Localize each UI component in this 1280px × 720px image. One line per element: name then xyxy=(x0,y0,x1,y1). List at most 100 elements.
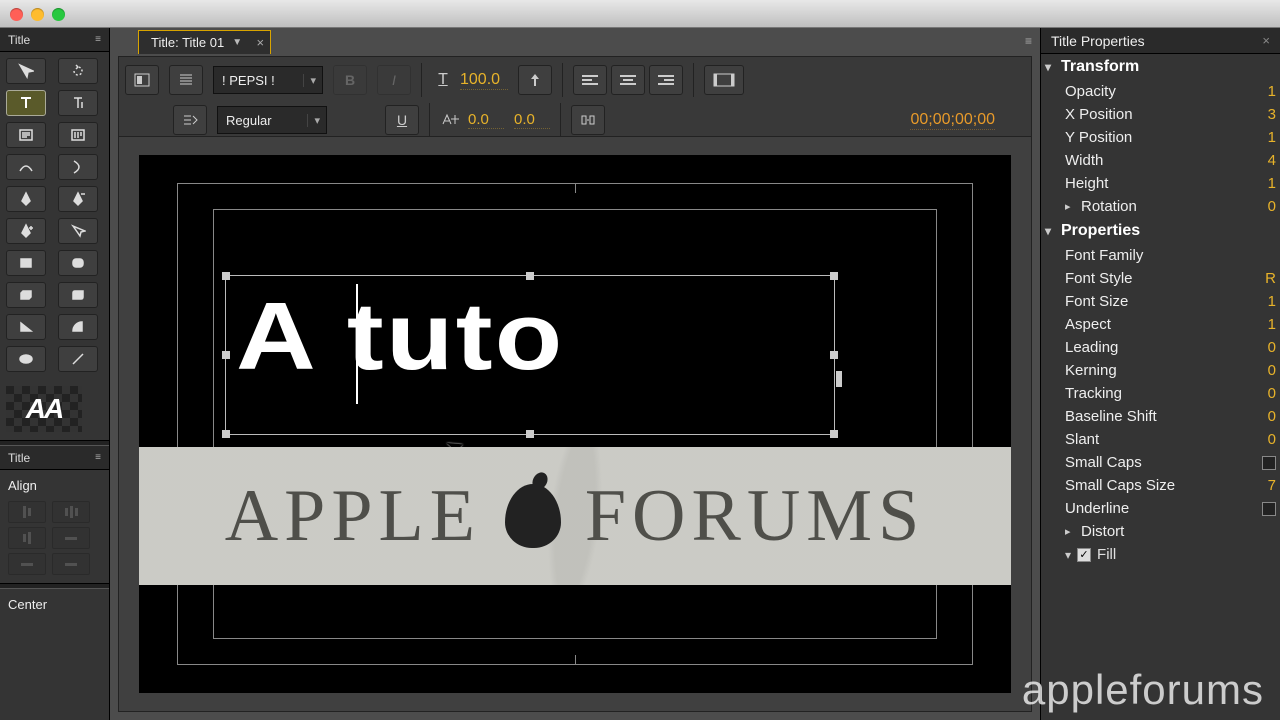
convert-anchor-tool[interactable] xyxy=(58,218,98,244)
font-family-select[interactable]: ! PEPSI ! xyxy=(213,66,323,94)
zoom-icon[interactable] xyxy=(52,8,65,21)
font-size-row[interactable]: Font Size1 xyxy=(1041,290,1280,313)
align-right-button[interactable] xyxy=(8,527,46,549)
title-canvas[interactable]: A tuto ➤ APPLE FORUMS xyxy=(139,155,1011,693)
banner-text-left: APPLE xyxy=(225,474,481,559)
mac-titlebar xyxy=(0,0,1280,28)
tools-panel-tab[interactable]: Title ≡ xyxy=(0,28,109,52)
align-right-button[interactable] xyxy=(649,65,683,95)
path-type-tool[interactable] xyxy=(6,154,46,180)
width-row[interactable]: Width4 xyxy=(1041,149,1280,172)
leading-row[interactable]: Leading0 xyxy=(1041,336,1280,359)
text-cursor-icon xyxy=(356,284,358,404)
rectangle-tool[interactable] xyxy=(6,250,46,276)
styles-panel-tab[interactable]: Title ≡ xyxy=(0,446,109,470)
align-center-button[interactable] xyxy=(611,65,645,95)
resize-handle[interactable] xyxy=(526,272,534,280)
title-editing-text[interactable]: A tuto xyxy=(236,282,565,392)
resize-handle[interactable] xyxy=(830,430,838,438)
close-icon[interactable] xyxy=(10,8,23,21)
close-tab-icon[interactable]: × xyxy=(257,35,265,50)
aspect-button[interactable] xyxy=(518,65,552,95)
small-caps-size-row[interactable]: Small Caps Size7 xyxy=(1041,474,1280,497)
panel-menu-icon[interactable]: ≡ xyxy=(95,34,101,45)
templates-button[interactable] xyxy=(125,65,159,95)
align-top-button[interactable] xyxy=(52,527,90,549)
underline-button[interactable]: U xyxy=(385,105,419,135)
roll-crawl-button[interactable] xyxy=(169,65,203,95)
baseline-shift-row[interactable]: Baseline Shift0 xyxy=(1041,405,1280,428)
ellipse-tool[interactable] xyxy=(6,346,46,372)
font-family-row[interactable]: Font Family xyxy=(1041,244,1280,267)
pen-tool[interactable] xyxy=(6,186,46,212)
font-size-field[interactable]: 100.0 xyxy=(460,71,508,90)
italic-button[interactable]: I xyxy=(377,65,411,95)
resize-handle[interactable] xyxy=(830,272,838,280)
underline-row[interactable]: Underline xyxy=(1041,497,1280,520)
transform-section-header[interactable]: Transform xyxy=(1041,54,1280,80)
align-bottom-button[interactable] xyxy=(52,553,90,575)
resize-handle[interactable] xyxy=(222,430,230,438)
kerning-row[interactable]: Kerning0 xyxy=(1041,359,1280,382)
text-bounding-box[interactable]: A tuto ➤ xyxy=(225,275,835,435)
document-tab[interactable]: Title: Title 01 ▼ × xyxy=(138,30,271,54)
line-tool[interactable] xyxy=(58,346,98,372)
vertical-path-type-tool[interactable] xyxy=(58,154,98,180)
distribute-button[interactable] xyxy=(571,105,605,135)
aspect-row[interactable]: Aspect1 xyxy=(1041,313,1280,336)
chevron-down-icon[interactable]: ▼ xyxy=(232,37,242,48)
kerning-field[interactable]: 0.0 xyxy=(468,111,504,129)
panel-menu-icon[interactable]: ≡ xyxy=(1025,34,1032,48)
kerning-icon xyxy=(440,109,462,131)
rounded-rect-tool[interactable] xyxy=(58,250,98,276)
center-section-label: Center xyxy=(8,593,101,616)
title-toolbar: ! PEPSI ! B I T̲ 100.0 xyxy=(118,56,1032,144)
leading-field[interactable]: 0.0 xyxy=(514,111,550,129)
font-style-select[interactable]: Regular xyxy=(217,106,327,134)
rounded-corner-tool[interactable] xyxy=(58,282,98,308)
distort-row[interactable]: Distort xyxy=(1041,520,1280,543)
small-caps-row[interactable]: Small Caps xyxy=(1041,451,1280,474)
minimize-icon[interactable] xyxy=(31,8,44,21)
clipped-rect-tool[interactable] xyxy=(6,282,46,308)
wedge-tool[interactable] xyxy=(6,314,46,340)
resize-handle[interactable] xyxy=(830,351,838,359)
rotate-tool[interactable] xyxy=(58,58,98,84)
area-type-tool[interactable] xyxy=(6,122,46,148)
resize-handle[interactable] xyxy=(222,272,230,280)
close-panel-icon[interactable]: × xyxy=(1262,33,1270,48)
bold-button[interactable]: B xyxy=(333,65,367,95)
font-style-row[interactable]: Font StyleR xyxy=(1041,267,1280,290)
arc-tool[interactable] xyxy=(58,314,98,340)
align-hcenter-button[interactable] xyxy=(52,501,90,523)
vertical-type-tool[interactable] xyxy=(58,90,98,116)
selection-tool[interactable] xyxy=(6,58,46,84)
rotation-row[interactable]: Rotation0 xyxy=(1041,195,1280,218)
slant-row[interactable]: Slant0 xyxy=(1041,428,1280,451)
align-left-button[interactable] xyxy=(573,65,607,95)
properties-section-header[interactable]: Properties xyxy=(1041,218,1280,244)
font-style-value: Regular xyxy=(226,113,272,128)
resize-handle[interactable] xyxy=(836,371,842,387)
title-style-swatch[interactable]: AA xyxy=(6,386,82,432)
x-position-row[interactable]: X Position3 xyxy=(1041,103,1280,126)
styles-panel-label: Title xyxy=(8,451,30,465)
tracking-row[interactable]: Tracking0 xyxy=(1041,382,1280,405)
type-tool[interactable] xyxy=(6,90,46,116)
resize-handle[interactable] xyxy=(526,430,534,438)
show-video-button[interactable] xyxy=(704,65,744,95)
vertical-area-type-tool[interactable] xyxy=(58,122,98,148)
resize-handle[interactable] xyxy=(222,351,230,359)
delete-anchor-tool[interactable] xyxy=(58,186,98,212)
align-vcenter-button[interactable] xyxy=(8,553,46,575)
panel-menu-icon[interactable]: ≡ xyxy=(95,452,101,463)
properties-panel-header[interactable]: Title Properties × xyxy=(1041,28,1280,54)
height-row[interactable]: Height1 xyxy=(1041,172,1280,195)
tab-stops-button[interactable] xyxy=(173,105,207,135)
fill-row[interactable]: ▾✓Fill xyxy=(1041,543,1280,566)
align-left-button[interactable] xyxy=(8,501,46,523)
add-anchor-tool[interactable] xyxy=(6,218,46,244)
opacity-row[interactable]: Opacity1 xyxy=(1041,80,1280,103)
y-position-row[interactable]: Y Position1 xyxy=(1041,126,1280,149)
timecode-field[interactable]: 00;00;00;00 xyxy=(910,111,995,130)
